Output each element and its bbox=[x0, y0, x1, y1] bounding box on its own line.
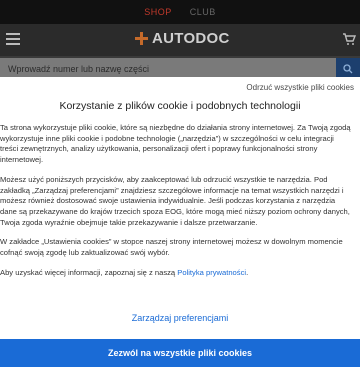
shop-tab[interactable]: SHOP bbox=[144, 7, 172, 17]
cookie-consent-dialog: Odrzuć wszystkie pliki cookies Korzystan… bbox=[0, 77, 360, 372]
cookie-dialog-title: Korzystanie z plików cookie i podobnych … bbox=[59, 100, 301, 112]
plus-logo-icon bbox=[135, 32, 148, 45]
menu-icon[interactable] bbox=[6, 33, 20, 45]
privacy-policy-link[interactable]: Polityka prywatności bbox=[177, 268, 246, 277]
cookie-paragraph-2: Możesz użyć poniższych przycisków, aby z… bbox=[0, 174, 350, 227]
privacy-text: Aby uzyskać więcej informacji, zapoznaj … bbox=[0, 267, 178, 277]
top-bar: SHOP CLUB bbox=[0, 0, 360, 24]
cookie-dialog-body: Ta strona wykorzystuje pliki cookie, któ… bbox=[0, 123, 352, 287]
autodoc-logo[interactable]: AUTODOC bbox=[135, 30, 230, 47]
search-icon bbox=[343, 64, 353, 74]
cookie-paragraph-3: W zakładce „Ustawienia cookies” w stopce… bbox=[0, 237, 343, 258]
club-tab[interactable]: CLUB bbox=[190, 7, 216, 17]
cookie-paragraph-1: Ta strona wykorzystuje pliki cookie, któ… bbox=[0, 123, 351, 165]
privacy-suffix: . bbox=[246, 267, 249, 277]
accept-all-button[interactable]: Zezwól na wszystkie pliki cookies bbox=[0, 339, 360, 367]
cart-icon[interactable] bbox=[342, 32, 357, 46]
site-header: AUTODOC bbox=[0, 24, 360, 56]
reject-all-link[interactable]: Odrzuć wszystkie pliki cookies bbox=[246, 83, 354, 92]
logo-text: AUTODOC bbox=[152, 30, 230, 47]
cookie-paragraph-4: Aby uzyskać więcej informacji, zapoznaj … bbox=[0, 268, 352, 279]
manage-preferences-button[interactable]: Zarządzaj preferencjami bbox=[0, 313, 360, 323]
